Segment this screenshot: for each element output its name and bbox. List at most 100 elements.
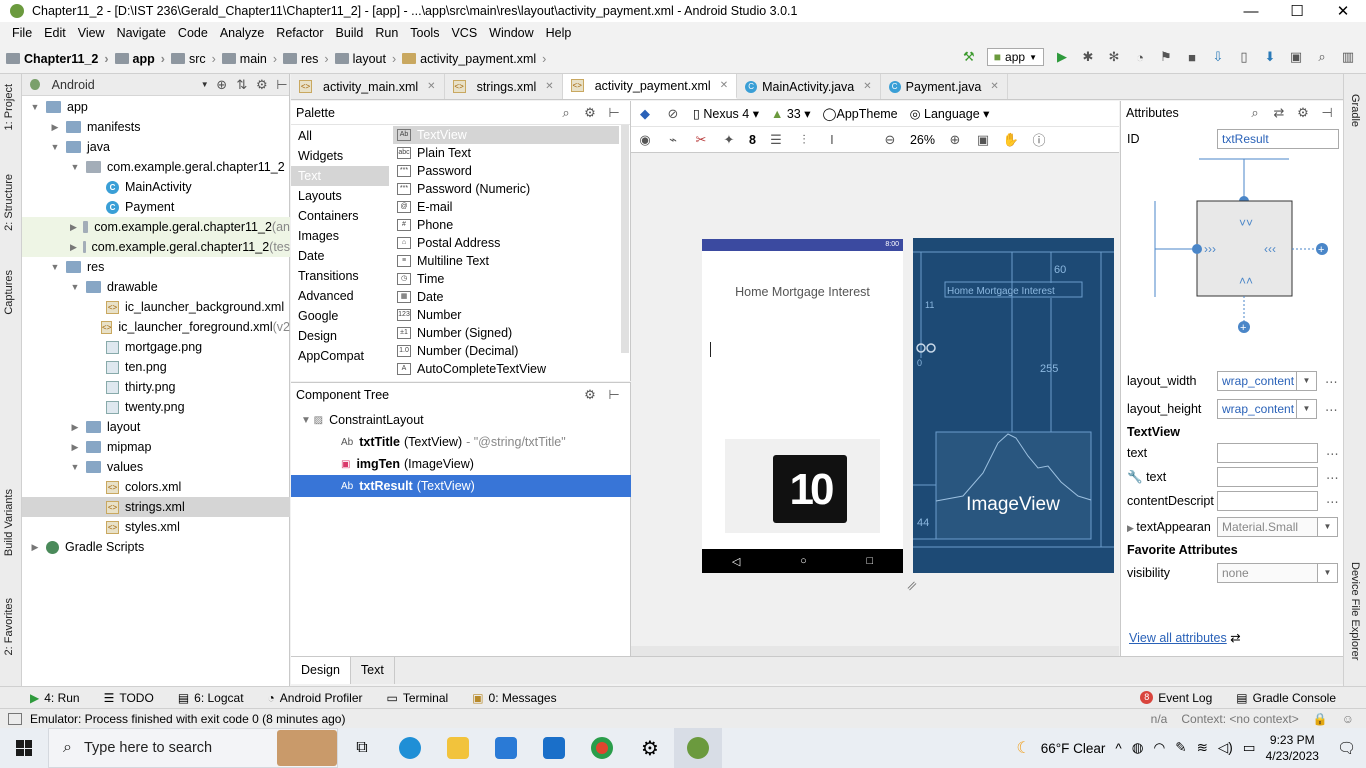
taskbar-android-studio[interactable] — [674, 728, 722, 768]
expanded-arrow-icon[interactable]: ▼ — [70, 282, 80, 292]
palette-item[interactable]: *** Password — [393, 162, 619, 180]
pen-icon[interactable]: ✎ — [1175, 740, 1186, 756]
close-icon[interactable]: ✕ — [990, 81, 998, 92]
more-icon[interactable]: ⋯ — [1325, 374, 1338, 389]
default-margin[interactable]: 8 — [749, 133, 756, 147]
search-icon[interactable]: ⌕ — [1247, 105, 1263, 121]
attr-text-field[interactable] — [1217, 443, 1318, 463]
design-surface[interactable]: 8:00 Home Mortgage Interest 10 ◁ ○ □ Hom… — [631, 153, 1119, 656]
tree-item[interactable]: ▶ mipmap — [22, 437, 290, 457]
palette-item[interactable]: ◷ Time — [393, 270, 619, 288]
minimize-button[interactable]: — — [1228, 3, 1274, 20]
expanded-arrow-icon[interactable]: ▼ — [50, 142, 60, 152]
tree-item[interactable]: mortgage.png — [22, 337, 290, 357]
api-select[interactable]: ▲ 33 ▾ — [771, 106, 811, 121]
eye-icon[interactable]: ◉ — [637, 132, 653, 148]
expanded-arrow-icon[interactable]: ▼ — [70, 462, 80, 472]
task-view-button[interactable]: ⧉ — [338, 728, 386, 768]
attr-layout-height-field[interactable]: wrap_content — [1217, 399, 1297, 419]
tool-gradle-console[interactable]: ▤ Gradle Console — [1224, 691, 1366, 705]
pack-icon[interactable]: ☰ — [768, 132, 784, 148]
camera-icon[interactable]: ◍ — [1132, 740, 1144, 756]
tree-item[interactable]: ▼ app — [22, 97, 290, 117]
menu-navigate[interactable]: Navigate — [111, 26, 172, 40]
toggle-tool-windows-icon[interactable] — [8, 712, 22, 725]
tab-structure[interactable]: 2: Structure — [3, 174, 15, 231]
tab-gradle[interactable]: Gradle — [1349, 94, 1361, 127]
attr-layout-width-field[interactable]: wrap_content — [1217, 371, 1297, 391]
layers-icon[interactable]: ◆ — [637, 106, 653, 122]
tab-build-variants[interactable]: Build Variants — [3, 489, 15, 556]
more-icon[interactable]: ⋯ — [1326, 446, 1339, 461]
gear-icon[interactable]: ⚙ — [582, 105, 598, 121]
chevron-down-icon[interactable]: ▼ — [1297, 399, 1317, 419]
taskbar-search[interactable]: ⌕ Type here to search — [48, 728, 338, 768]
menu-vcs[interactable]: VCS — [445, 26, 483, 40]
palette-item[interactable]: ≡ Multiline Text — [393, 252, 619, 270]
tool-run[interactable]: ▶ 4: Run — [0, 691, 92, 705]
collapsed-arrow-icon[interactable]: ▶ — [70, 242, 77, 253]
breadcrumb-layout[interactable]: layout › — [334, 52, 403, 66]
gear-icon[interactable]: ⚙ — [255, 77, 269, 93]
palette-item[interactable]: abc Plain Text — [393, 144, 619, 162]
txtResult-preview[interactable] — [710, 342, 711, 357]
tree-item[interactable]: ▼ com.example.geral.chapter11_2 — [22, 157, 290, 177]
palette-category[interactable]: Design — [291, 326, 389, 346]
phone-preview[interactable]: 8:00 Home Mortgage Interest 10 ◁ ○ □ — [702, 239, 903, 573]
avd-manager-icon[interactable]: ▯ — [1236, 49, 1252, 65]
target-icon[interactable]: ⊕ — [215, 77, 229, 93]
palette-item[interactable]: @ E-mail — [393, 198, 619, 216]
tool-messages[interactable]: ▣ 0: Messages — [460, 691, 568, 705]
palette-category[interactable]: All — [291, 126, 389, 146]
menu-help[interactable]: Help — [540, 26, 578, 40]
palette-item[interactable]: ⌂ Postal Address — [393, 234, 619, 252]
search-icon[interactable]: ⌕ — [558, 105, 574, 121]
chevron-down-icon[interactable]: ▼ — [1318, 517, 1338, 537]
palette-category[interactable]: AppCompat — [291, 346, 389, 366]
breadcrumb-file[interactable]: activity_payment.xml › — [402, 52, 552, 66]
tool-terminal[interactable]: ▭ Terminal — [375, 691, 461, 705]
hide-icon[interactable]: ⊢ — [606, 105, 622, 121]
breadcrumb-project[interactable]: Chapter11_2 › — [6, 52, 115, 66]
hide-icon[interactable]: ⊣ — [1319, 105, 1335, 121]
sync-icon[interactable]: ⇩ — [1210, 49, 1226, 65]
collapsed-arrow-icon[interactable]: ▶ — [70, 222, 77, 233]
palette-item[interactable]: 1.0 Number (Decimal) — [393, 342, 619, 360]
lock-icon[interactable]: 🔒 — [1313, 712, 1328, 726]
close-icon[interactable]: ✕ — [545, 81, 553, 92]
taskbar-chrome[interactable] — [578, 728, 626, 768]
palette-category[interactable]: Images — [291, 226, 389, 246]
palette-item[interactable]: ▦ Date — [393, 288, 619, 306]
tab-design[interactable]: Design — [291, 657, 351, 684]
debug-icon[interactable]: ✱ — [1080, 49, 1096, 65]
close-icon[interactable]: ✕ — [427, 81, 435, 92]
layout-icon[interactable]: ▥ — [1340, 49, 1356, 65]
tab-activity-main[interactable]: <> activity_main.xml ✕ — [291, 74, 445, 99]
taskbar-explorer[interactable] — [434, 728, 482, 768]
wifi-icon[interactable]: ≋ — [1197, 740, 1208, 756]
more-icon[interactable]: ⋯ — [1326, 494, 1339, 509]
taskbar-edge[interactable] — [386, 728, 434, 768]
menu-edit[interactable]: Edit — [38, 26, 72, 40]
device-select[interactable]: ▯ Nexus 4 ▾ — [693, 106, 759, 121]
orientation-icon[interactable]: ⊘ — [665, 106, 681, 122]
tree-item[interactable]: C Payment — [22, 197, 290, 217]
palette-item[interactable]: Ab TextView — [393, 126, 619, 144]
expanded-arrow-icon[interactable]: ▼ — [70, 162, 80, 172]
tool-android-profiler[interactable]: ◔ Android Profiler — [256, 691, 375, 705]
clock[interactable]: 9:23 PM 4/23/2023 — [1266, 732, 1319, 764]
tree-item[interactable]: thirty.png — [22, 377, 290, 397]
tree-item[interactable]: ▼ res — [22, 257, 290, 277]
taskbar-mail[interactable] — [530, 728, 578, 768]
menu-tools[interactable]: Tools — [404, 26, 445, 40]
more-icon[interactable]: ⋯ — [1326, 470, 1339, 485]
palette-category[interactable]: Transitions — [291, 266, 389, 286]
tree-item[interactable]: ▶ layout — [22, 417, 290, 437]
attr-visibility-field[interactable]: none — [1217, 563, 1318, 583]
collapsed-arrow-icon[interactable]: ▶ — [50, 122, 60, 133]
tree-item[interactable]: <> ic_launcher_background.xml — [22, 297, 290, 317]
chevron-down-icon[interactable]: ▼ — [1297, 371, 1317, 391]
weather[interactable]: 66°F Clear — [1041, 741, 1106, 756]
palette-category[interactable]: Text — [291, 166, 389, 186]
tab-payment-java[interactable]: C Payment.java ✕ — [881, 74, 1008, 99]
